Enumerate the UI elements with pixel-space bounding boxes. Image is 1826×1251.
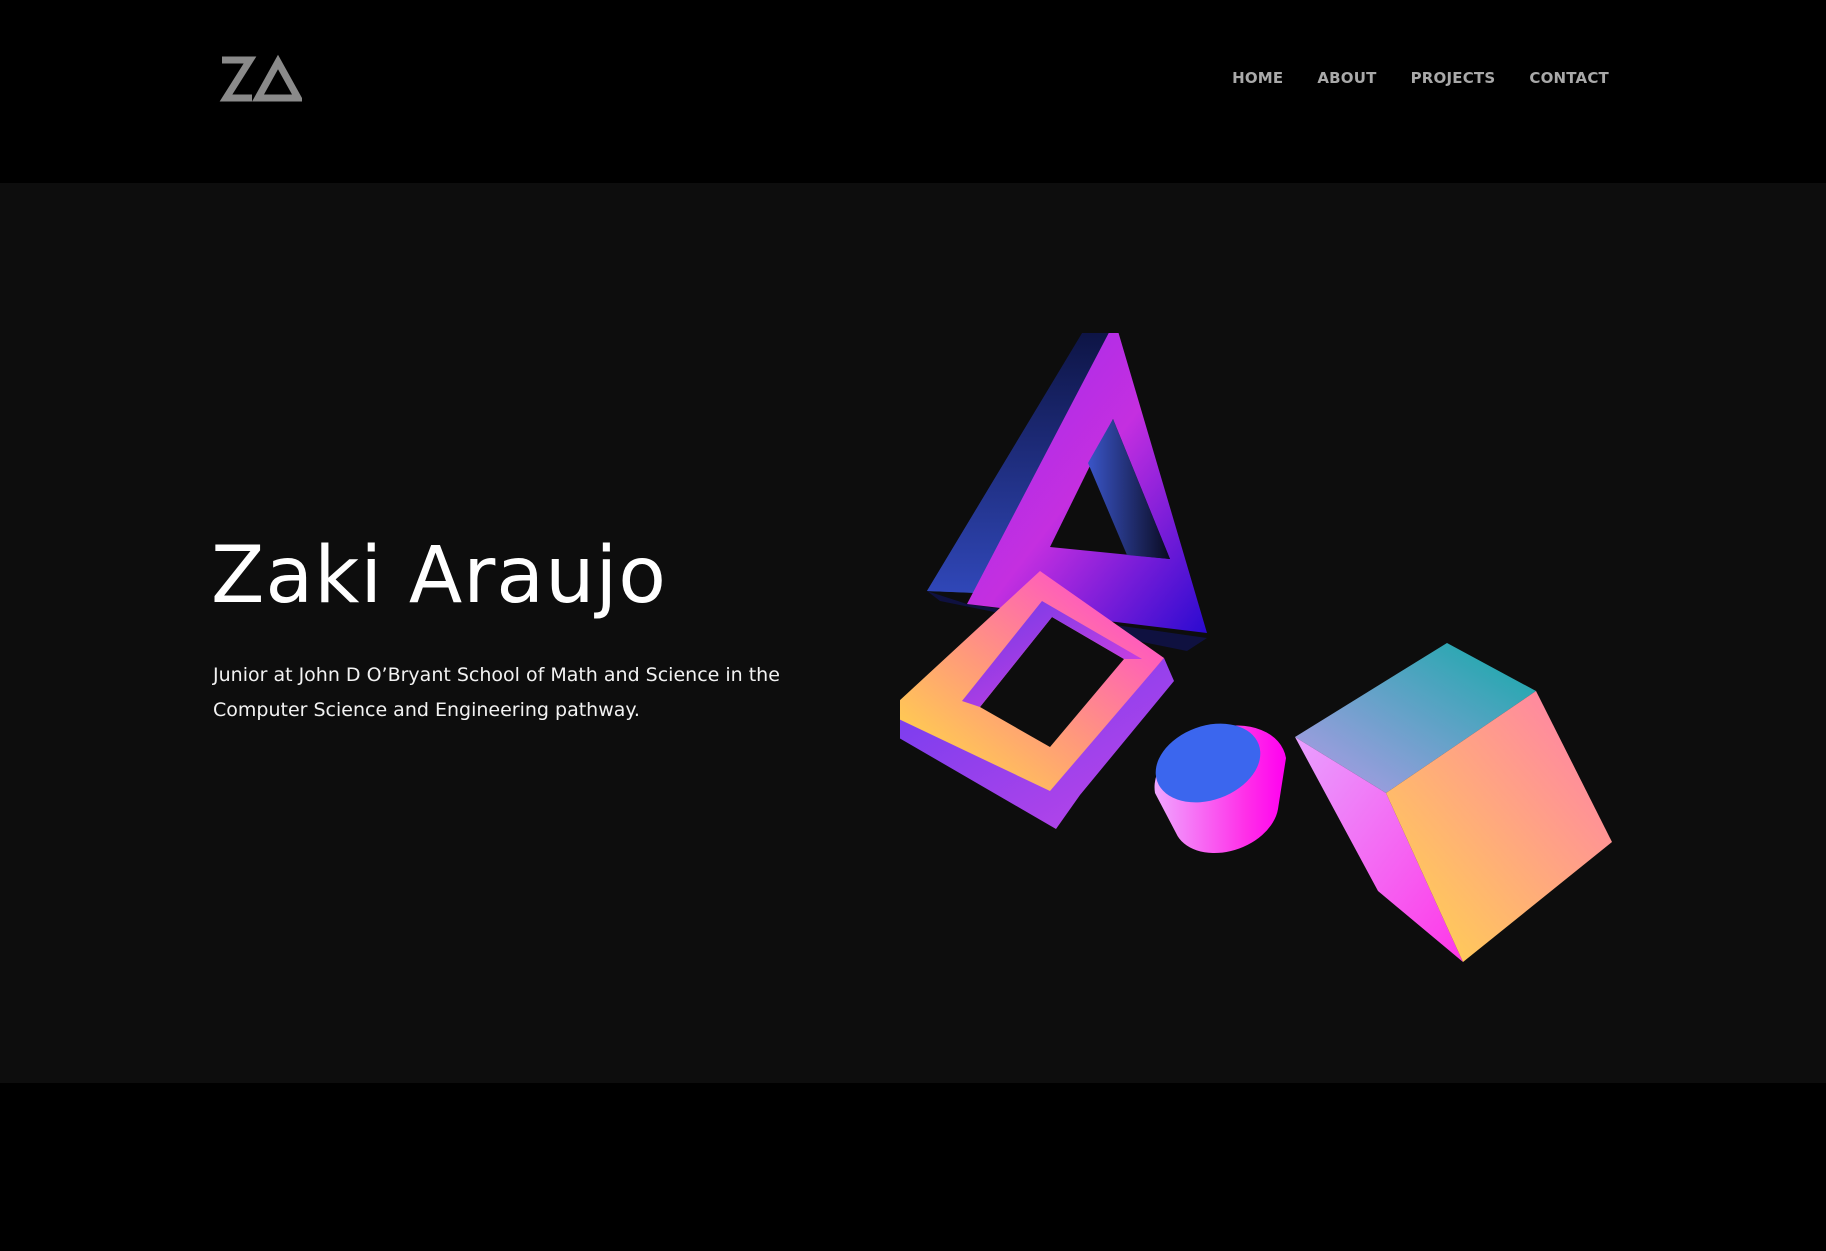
footer-band: [0, 1083, 1826, 1251]
nav-home-link[interactable]: HOME: [1232, 69, 1283, 87]
za-logo-icon[interactable]: [218, 54, 302, 104]
main-nav: HOME ABOUT PROJECTS CONTACT: [1232, 69, 1609, 87]
page: HOME ABOUT PROJECTS CONTACT Zaki Araujo …: [0, 0, 1826, 1251]
hero-title: Zaki Araujo: [211, 531, 667, 621]
nav-projects-link[interactable]: PROJECTS: [1411, 69, 1496, 87]
hero-description: Junior at John D O’Bryant School of Math…: [213, 664, 780, 721]
cube-3d-icon: [1295, 643, 1612, 962]
nav-about-link[interactable]: ABOUT: [1317, 69, 1376, 87]
hero-section: Zaki Araujo Junior at John D O’Bryant Sc…: [0, 183, 1826, 1083]
cylinder-3d-icon: [1154, 723, 1286, 854]
nav-contact-link[interactable]: CONTACT: [1529, 69, 1609, 87]
geometric-shapes-illustration: [900, 333, 1612, 962]
site-header: HOME ABOUT PROJECTS CONTACT: [0, 0, 1826, 183]
